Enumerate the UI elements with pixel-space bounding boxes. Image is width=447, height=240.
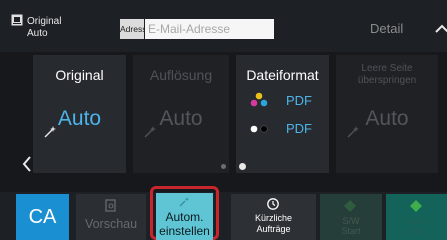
color-start-button[interactable]: Farbe Start — [386, 194, 447, 240]
recent-jobs-label: Kürzliche Aufträge — [231, 213, 316, 235]
address-label: Adresse — [120, 19, 144, 39]
bw-start-label-line2: Start — [341, 226, 361, 236]
tile-resolution-title: Auflösung — [149, 67, 213, 83]
tile-resolution: Auflösung Auto — [133, 55, 229, 173]
tile-skip-blank-title: Leere Seite überspringen — [336, 63, 438, 87]
auto-sparkle-icon — [347, 126, 359, 138]
file-format-mono-row: PDF — [248, 120, 328, 138]
auto-set-button[interactable]: Autom. einstellen — [156, 193, 213, 240]
file-format-color-value: PDF — [286, 93, 312, 108]
tile-skip-blank-title-line2: überspringen — [357, 75, 417, 86]
detail-button[interactable]: Detail — [370, 19, 417, 39]
bw-start-button[interactable]: S/W Start — [320, 194, 382, 240]
tile-skip-blank-page: Leere Seite überspringen Auto — [336, 55, 438, 173]
clear-all-button[interactable]: CA — [16, 194, 69, 240]
page-indicator-1 — [221, 164, 226, 169]
recent-jobs-label-line2: Aufträge — [256, 224, 291, 234]
auto-set-label-line2: einstellen — [159, 224, 210, 238]
page-indicator-2-active — [239, 163, 246, 170]
auto-sparkle-icon — [144, 126, 156, 138]
recent-jobs-button[interactable]: Kürzliche Aufträge — [231, 194, 316, 240]
recent-jobs-label-line1: Kürzliche — [254, 213, 292, 223]
preview-label: Vorschau — [84, 217, 138, 231]
preview-document-icon — [105, 199, 116, 212]
color-dots-icon — [250, 92, 268, 107]
bw-start-label: S/W Start — [320, 216, 382, 236]
file-format-color-row: PDF — [248, 92, 328, 110]
tile-file-format-title: Dateiformat — [246, 67, 319, 83]
tile-original-title: Original — [55, 67, 104, 83]
chevron-left-icon[interactable] — [20, 155, 34, 173]
original-summary-value: Auto — [27, 28, 48, 39]
tile-original[interactable]: Original Auto — [33, 55, 126, 173]
start-diamond-icon — [344, 200, 356, 212]
auto-set-icon — [179, 197, 190, 207]
mono-dots-icon — [250, 125, 268, 133]
history-clock-icon — [267, 198, 279, 210]
preview-button[interactable]: Vorschau — [76, 194, 146, 240]
original-summary-title: Original — [27, 16, 62, 27]
bw-start-label-line1: S/W — [342, 216, 360, 226]
color-start-label-line2: Start — [406, 226, 426, 236]
tile-skip-blank-title-line1: Leere Seite — [361, 63, 413, 74]
auto-set-label-line1: Autom. — [165, 210, 204, 224]
scanner-original-icon — [11, 14, 23, 26]
auto-set-label: Autom. einstellen — [156, 210, 213, 238]
original-summary[interactable]: Original Auto — [27, 16, 61, 40]
file-format-mono-value: PDF — [286, 121, 312, 136]
color-start-label-line1: Farbe — [404, 216, 429, 226]
tile-file-format[interactable]: Dateiformat PDF PDF — [236, 55, 329, 173]
chevron-up-icon[interactable] — [433, 18, 447, 40]
email-address-input[interactable] — [145, 19, 274, 39]
auto-sparkle-icon — [44, 126, 56, 138]
start-diamond-icon — [410, 200, 422, 212]
color-start-label: Farbe Start — [386, 216, 447, 236]
